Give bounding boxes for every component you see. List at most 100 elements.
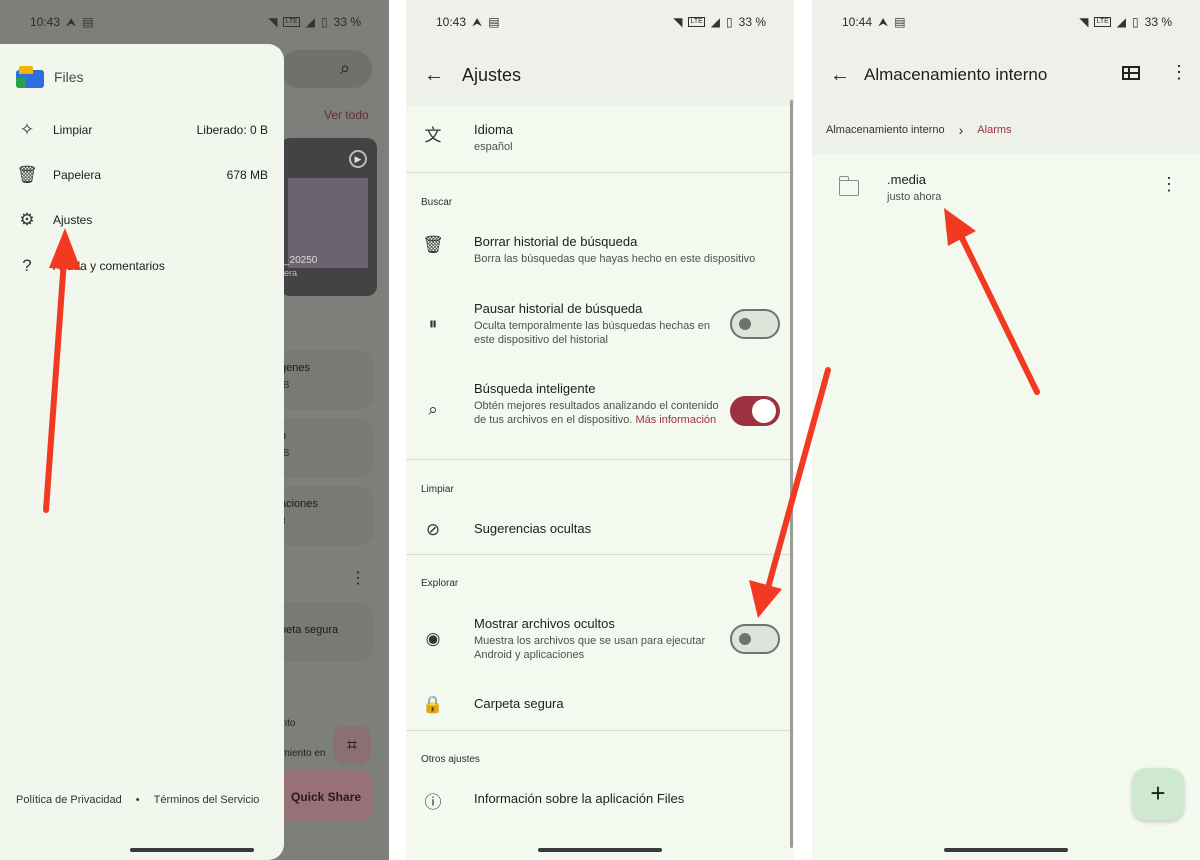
play-icon: ▶ (349, 150, 367, 168)
setting-subtitle: español (474, 141, 513, 153)
sparkle-icon: ✧ (19, 120, 35, 139)
terms-of-service-link[interactable]: Términos del Servicio (154, 794, 260, 806)
setting-title: Mostrar archivos ocultos (474, 616, 615, 631)
drawer-item-label: Limpiar (53, 123, 93, 137)
battery-level: 33 % (738, 15, 766, 29)
status-bar: 10:43 ⮝ ▤ ◥ LTE ◢ ▯ 33 % (406, 0, 794, 44)
more-options-icon[interactable]: ⋮ (1160, 174, 1178, 195)
trash-icon: 🗑 (16, 165, 38, 184)
wifi-icon: ◥ (268, 15, 278, 29)
clock: 10:43 (436, 15, 467, 29)
top-app-bar: ← Almacenamiento interno ⋮ (812, 44, 1200, 106)
wifi-icon: ◥ (673, 15, 683, 29)
home-indicator (130, 848, 254, 852)
volte-icon: LTE (283, 17, 300, 27)
files-drawer-panel: ⌕ Ver todo ▶ _20250 era genes IB o IB ac… (0, 0, 389, 860)
back-arrow-icon[interactable]: ← (830, 64, 850, 87)
search-icon: ⌕ (340, 58, 351, 78)
toggle-knob (739, 633, 751, 645)
card-title: genes (280, 362, 310, 374)
status-bar: 10:44 ⮝ ▤ ◥ LTE ◢ ▯ 33 % (812, 0, 1200, 44)
setting-title: Pausar historial de búsqueda (474, 301, 643, 316)
battery-icon: ▯ (1132, 15, 1139, 29)
footer-separator: • (135, 794, 140, 806)
info-icon: ⓘ (424, 792, 442, 812)
lock-icon: 🔒 (422, 695, 444, 714)
status-bar: 10:43 ⮝ ▤ ◥ LTE ◢ ▯ 33 % (0, 0, 389, 44)
quick-share-button: Quick Share (280, 770, 373, 822)
drawer-item-trash[interactable]: 🗑 Papelera 678 MB (16, 161, 268, 189)
drawer-item-label: Ajustes (53, 213, 93, 227)
navigation-icon: ⮝ (472, 14, 483, 29)
section-header-explore: Explorar (421, 578, 459, 589)
background-category-card: o IB (276, 418, 373, 478)
pause-history-toggle[interactable] (730, 309, 780, 339)
background-search-bar (280, 50, 372, 88)
setting-subtitle: Oculta temporalmente las búsquedas hecha… (474, 320, 711, 346)
volte-icon: LTE (1094, 17, 1111, 27)
show-hidden-files-toggle[interactable] (730, 624, 780, 654)
app-name: Files (54, 69, 84, 85)
section-header-clean: Limpiar (421, 484, 454, 495)
thumbnail-subcaption: era (284, 268, 298, 278)
battery-level: 33 % (1144, 15, 1172, 29)
setting-title: Borrar historial de búsqueda (474, 234, 638, 249)
divider (406, 172, 794, 173)
folder-modified-time: justo ahora (887, 191, 942, 203)
scan-icon: ⌗ (333, 726, 371, 764)
notification-icon: ▤ (894, 15, 906, 29)
list-item[interactable]: .media justo ahora ⋮ (812, 168, 1200, 212)
setting-subtitle: Borra las búsquedas que hayas hecho en e… (474, 253, 756, 265)
recent-video-thumbnail: ▶ _20250 era (280, 138, 377, 296)
scrollbar[interactable] (790, 100, 793, 848)
top-app-bar: ← Ajustes (406, 44, 794, 106)
setting-title: Sugerencias ocultas (474, 521, 592, 536)
smart-search-icon: ⌕ (428, 400, 438, 419)
help-icon: ? (22, 256, 32, 275)
add-button[interactable]: + (1132, 768, 1184, 820)
drawer-item-value: Liberado: 0 B (196, 123, 268, 137)
eye-off-icon: ⊘ (425, 520, 441, 539)
drawer-item-label: Papelera (53, 168, 102, 182)
see-all-link: Ver todo (324, 108, 369, 122)
breadcrumb-item[interactable]: Almacenamiento interno (826, 124, 945, 136)
gear-icon: ⚙ (19, 210, 35, 229)
privacy-policy-link[interactable]: Política de Privacidad (16, 794, 122, 806)
drawer-item-help[interactable]: ? Ayuda y comentarios (16, 252, 268, 280)
thumbnail-caption: _20250 (284, 255, 318, 266)
back-arrow-icon[interactable]: ← (424, 64, 448, 87)
more-options-icon[interactable]: ⋮ (1170, 62, 1188, 83)
divider (406, 730, 794, 731)
battery-icon: ▯ (726, 15, 733, 29)
smart-search-toggle[interactable] (730, 396, 780, 426)
page-title: Ajustes (462, 64, 522, 85)
drawer-item-clean[interactable]: ✧ Limpiar Liberado: 0 B (16, 116, 268, 144)
more-info-link[interactable]: Más información (635, 414, 716, 426)
setting-title: Carpeta segura (474, 696, 564, 711)
translate-icon: 文 (424, 125, 442, 145)
signal-icon: ◢ (710, 15, 721, 29)
notification-icon: ▤ (488, 15, 500, 29)
toggle-knob (752, 399, 776, 423)
clock: 10:44 (842, 15, 873, 29)
chevron-right-icon: › (958, 122, 964, 138)
section-header-search: Buscar (421, 197, 453, 208)
setting-title: Información sobre la aplicación Files (474, 791, 685, 806)
section-header-other: Otros ajustes (421, 754, 480, 765)
card-title: aciones (280, 498, 318, 510)
breadcrumb-item-current[interactable]: Alarms (977, 124, 1011, 136)
clock: 10:43 (30, 15, 61, 29)
signal-icon: ◢ (1116, 15, 1127, 29)
background-category-card: genes IB (276, 350, 373, 410)
pause-icon: ⏸ (428, 314, 438, 333)
home-indicator (538, 848, 662, 852)
drawer-item-settings[interactable]: ⚙ Ajustes (16, 206, 268, 234)
setting-subtitle: Muestra los archivos que se usan para ej… (474, 635, 706, 661)
wifi-icon: ◥ (1079, 15, 1089, 29)
divider (406, 554, 794, 555)
background-category-card: peta segura (276, 602, 373, 662)
drawer-item-value: 678 MB (226, 168, 268, 182)
volte-icon: LTE (688, 17, 705, 27)
grid-view-icon[interactable] (1122, 66, 1140, 80)
navigation-icon: ⮝ (878, 14, 889, 29)
